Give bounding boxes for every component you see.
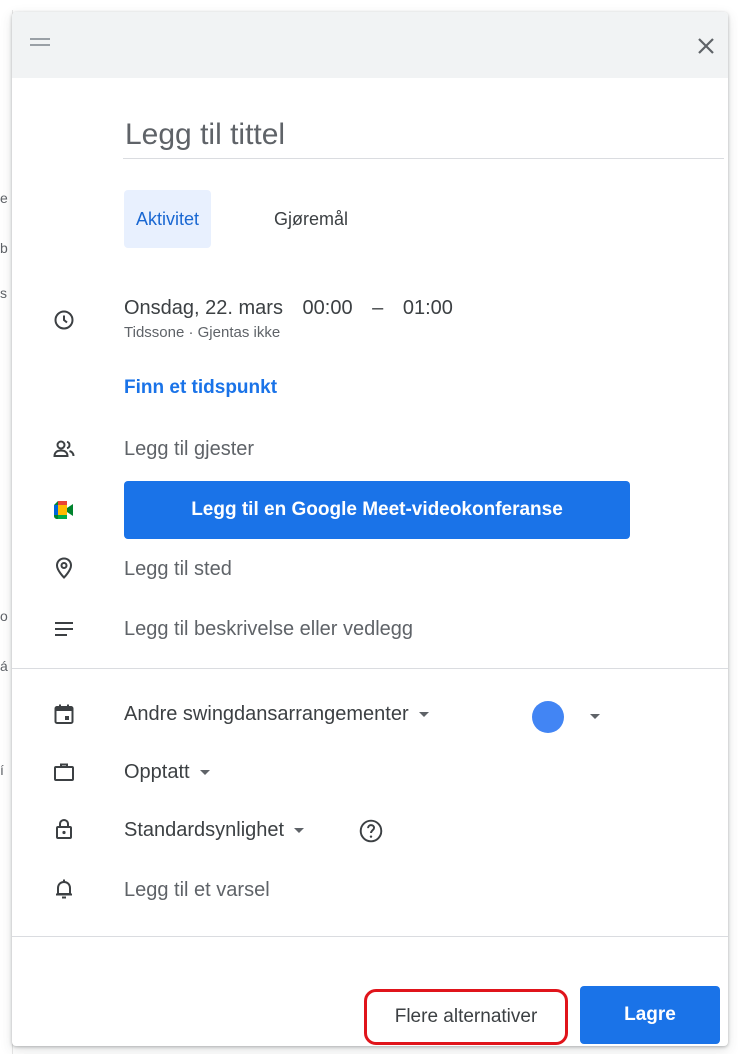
save-button[interactable]: Lagre — [580, 986, 720, 1044]
section-divider — [12, 668, 728, 669]
caret-down-icon — [418, 712, 429, 718]
add-meet-conference-button[interactable]: Legg til en Google Meet-videokonferanse — [124, 481, 630, 539]
location-pin-icon — [55, 557, 73, 579]
timezone-recurrence[interactable]: Tidssone · Gjentas ikke — [124, 324, 280, 341]
background-top — [0, 0, 738, 10]
visibility-value: Standardsynlighet — [124, 819, 285, 841]
event-start-time[interactable]: 00:00 — [303, 297, 353, 319]
add-guests-field[interactable]: Legg til gjester — [124, 438, 254, 461]
visibility-selector[interactable]: Standardsynlighet — [124, 819, 305, 842]
background-glyph: b — [0, 240, 8, 256]
bell-icon — [56, 879, 72, 899]
caret-down-icon — [294, 828, 305, 834]
close-button[interactable] — [692, 32, 720, 60]
calendar-icon — [54, 704, 74, 724]
background-glyph: s — [0, 285, 7, 301]
close-icon — [698, 38, 714, 54]
dialog-header — [12, 12, 728, 78]
clock-icon — [54, 310, 74, 330]
date-time-selector[interactable]: Onsdag, 22. mars 00:00 – 01:00 — [124, 297, 467, 320]
lock-icon — [56, 818, 72, 839]
add-location-field[interactable]: Legg til sted — [124, 558, 232, 581]
background-glyph: o — [0, 608, 8, 624]
background-glyph: í — [0, 762, 4, 778]
find-time-link[interactable]: Finn et tidspunkt — [124, 377, 277, 399]
people-icon — [53, 440, 75, 457]
availability-value: Opptatt — [124, 761, 190, 783]
calendar-color-swatch[interactable] — [532, 701, 564, 733]
help-icon[interactable] — [358, 818, 384, 844]
briefcase-icon — [54, 763, 74, 781]
caret-down-icon[interactable] — [590, 714, 600, 719]
caret-down-icon — [199, 770, 210, 776]
add-description-field[interactable]: Legg til beskrivelse eller vedlegg — [124, 618, 413, 641]
availability-selector[interactable]: Opptatt — [124, 761, 210, 784]
event-end-time[interactable]: 01:00 — [403, 297, 453, 319]
background-glyph: e — [0, 190, 8, 206]
tab-task[interactable]: Gjøremål — [262, 190, 360, 248]
more-options-button[interactable]: Flere alternativer — [364, 989, 568, 1045]
tab-activity[interactable]: Aktivitet — [124, 190, 212, 248]
background-glyph: á — [0, 658, 8, 674]
calendar-name: Andre swingdansarrangementer — [124, 703, 409, 725]
title-input[interactable] — [123, 112, 724, 159]
description-lines-icon — [55, 622, 73, 636]
footer-divider — [12, 936, 728, 937]
google-meet-icon — [54, 501, 73, 519]
time-separator: – — [372, 297, 384, 319]
drag-handle-icon[interactable] — [30, 38, 50, 52]
calendar-selector[interactable]: Andre swingdansarrangementer — [124, 703, 429, 726]
event-dialog: Aktivitet Gjøremål Onsdag, 22. mars 00:0… — [12, 12, 728, 1046]
add-notification-field[interactable]: Legg til et varsel — [124, 879, 270, 902]
event-date[interactable]: Onsdag, 22. mars — [124, 297, 283, 319]
